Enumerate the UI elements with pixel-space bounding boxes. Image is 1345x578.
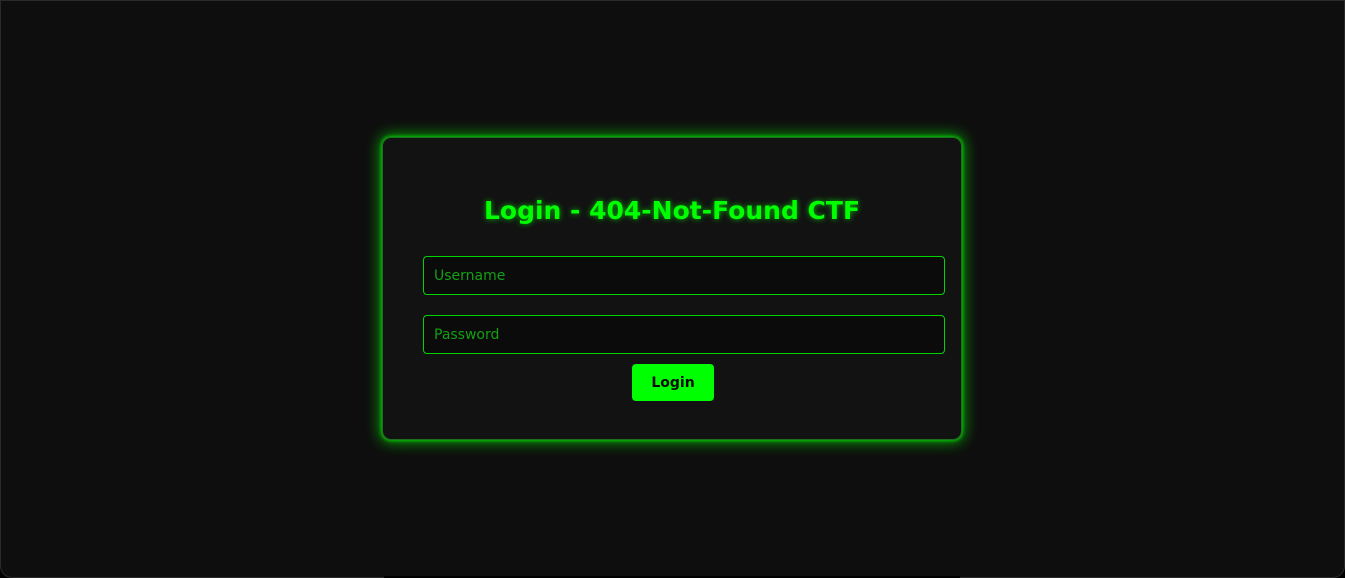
password-input[interactable] — [423, 315, 945, 354]
username-input[interactable] — [423, 256, 945, 295]
login-button[interactable]: Login — [632, 364, 714, 401]
page-background: Login - 404-Not-Found CTF Login — [0, 0, 1345, 578]
login-title: Login - 404-Not-Found CTF — [483, 196, 861, 225]
login-card: Login - 404-Not-Found CTF Login — [382, 137, 962, 440]
